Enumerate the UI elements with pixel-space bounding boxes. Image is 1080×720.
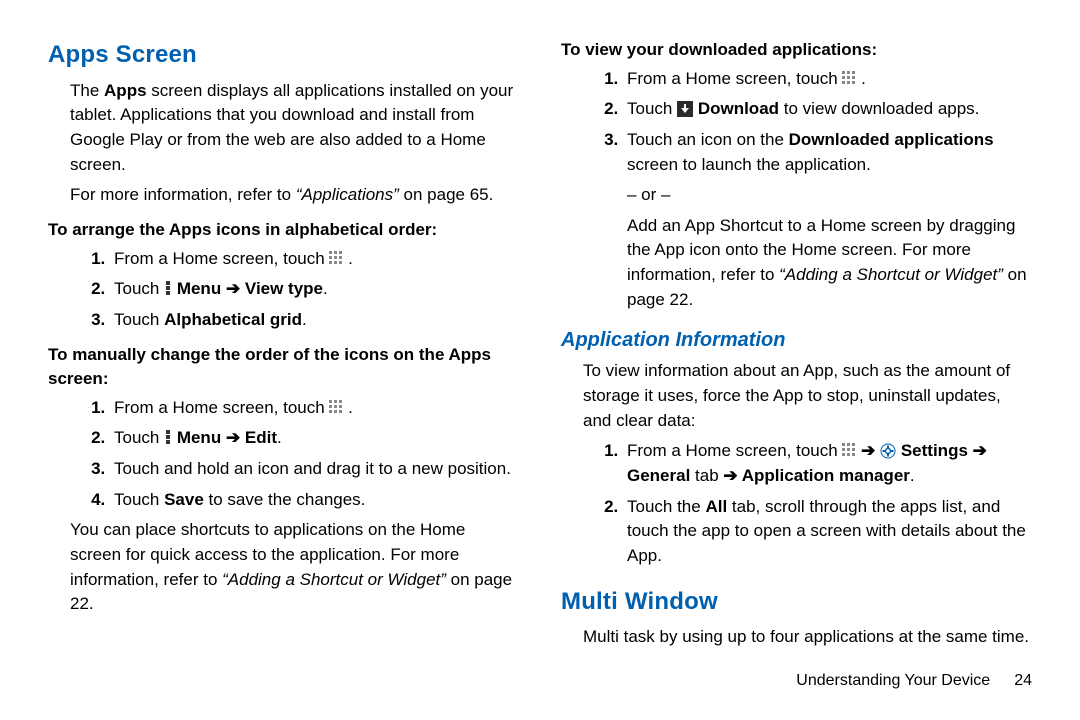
step: From a Home screen, touch ➔ Settings ➔ G… xyxy=(623,439,1032,488)
steps-manual-order: From a Home screen, touch . Touch Menu ➔… xyxy=(48,396,519,513)
or-text: Add an App Shortcut to a Home screen by … xyxy=(627,214,1032,313)
or-divider: – or – xyxy=(627,183,1032,208)
left-column: Apps Screen The Apps screen displays all… xyxy=(48,38,519,656)
right-column: To view your downloaded applications: Fr… xyxy=(561,38,1032,656)
subhead-arrange-alpha: To arrange the Apps icons in alphabetica… xyxy=(48,218,519,243)
apps-refer: For more information, refer to “Applicat… xyxy=(70,183,519,208)
apps-icon xyxy=(842,71,856,85)
app-info-intro: To view information about an App, such a… xyxy=(583,359,1032,433)
subhead-manual-order: To manually change the order of the icon… xyxy=(48,343,519,392)
step: Touch Menu ➔ Edit. xyxy=(110,426,519,451)
step: Touch and hold an icon and drag it to a … xyxy=(110,457,519,482)
apps-icon xyxy=(842,443,856,457)
apps-intro: The Apps screen displays all application… xyxy=(70,79,519,178)
step: Touch Download to view downloaded apps. xyxy=(623,97,1032,122)
step: Touch an icon on the Downloaded applicat… xyxy=(623,128,1032,312)
multi-window-intro: Multi task by using up to four applicati… xyxy=(583,625,1032,650)
step: Touch the All tab, scroll through the ap… xyxy=(623,495,1032,569)
footer-page-number: 24 xyxy=(1014,672,1032,689)
menu-icon xyxy=(164,428,172,444)
step: From a Home screen, touch . xyxy=(623,67,1032,92)
menu-icon xyxy=(164,279,172,295)
step: Touch Save to save the changes. xyxy=(110,488,519,513)
steps-arrange-alpha: From a Home screen, touch . Touch Menu ➔… xyxy=(48,247,519,333)
heading-apps-screen: Apps Screen xyxy=(48,38,519,73)
apps-shortcut-note: You can place shortcuts to applications … xyxy=(70,518,519,617)
steps-app-info: From a Home screen, touch ➔ Settings ➔ G… xyxy=(561,439,1032,568)
download-icon xyxy=(677,101,693,117)
apps-icon xyxy=(329,251,343,265)
apps-icon xyxy=(329,400,343,414)
steps-view-downloaded: From a Home screen, touch . Touch Downlo… xyxy=(561,67,1032,313)
step: Touch Menu ➔ View type. xyxy=(110,277,519,302)
footer-chapter: Understanding Your Device xyxy=(796,672,990,689)
heading-app-info: Application Information xyxy=(561,326,1032,355)
step: From a Home screen, touch . xyxy=(110,247,519,272)
heading-multi-window: Multi Window xyxy=(561,585,1032,620)
step: From a Home screen, touch . xyxy=(110,396,519,421)
step: Touch Alphabetical grid. xyxy=(110,308,519,333)
settings-icon xyxy=(880,442,896,458)
subhead-view-downloaded: To view your downloaded applications: xyxy=(561,38,1032,63)
page-footer: Understanding Your Device 24 xyxy=(796,669,1032,692)
